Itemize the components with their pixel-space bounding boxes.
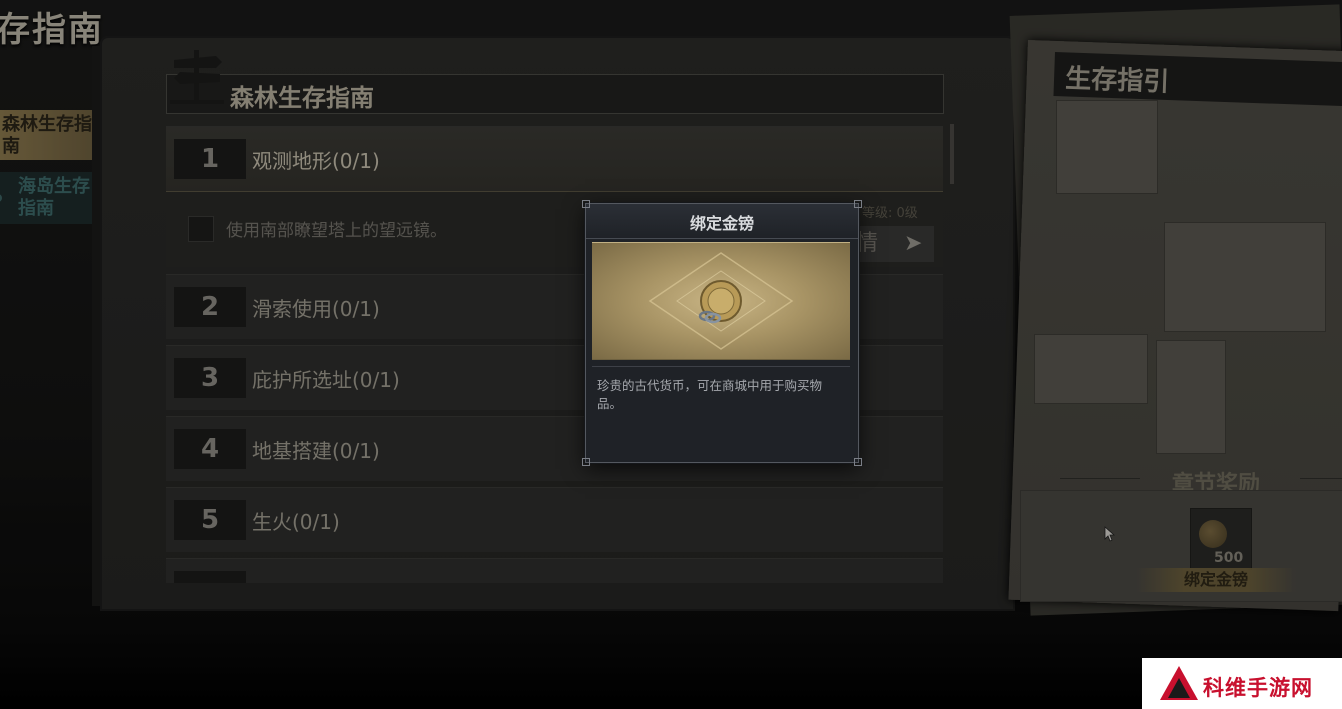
popup-header: 绑定金镑 bbox=[586, 204, 858, 239]
corner-ornament bbox=[854, 458, 862, 466]
watermark-text: 科维手游网 bbox=[1203, 676, 1313, 700]
game-screen: 存指南 森林生存指南 海岛生存指南 森林生存指南 1 观测地形(0/1) 使用南… bbox=[0, 0, 1342, 709]
watermark-logo-icon bbox=[1160, 666, 1198, 700]
item-info-popup: 绑定金镑 珍贵的古代货币，可在商城中用于购买物品。 bbox=[582, 200, 862, 466]
corner-ornament bbox=[854, 200, 862, 208]
corner-ornament bbox=[582, 200, 590, 208]
popup-title: 绑定金镑 bbox=[689, 214, 754, 233]
popup-divider bbox=[592, 366, 850, 367]
corner-ornament bbox=[582, 458, 590, 466]
gold-coin-artwork bbox=[592, 242, 850, 360]
item-description: 珍贵的古代货币，可在商城中用于购买物品。 bbox=[597, 378, 823, 411]
